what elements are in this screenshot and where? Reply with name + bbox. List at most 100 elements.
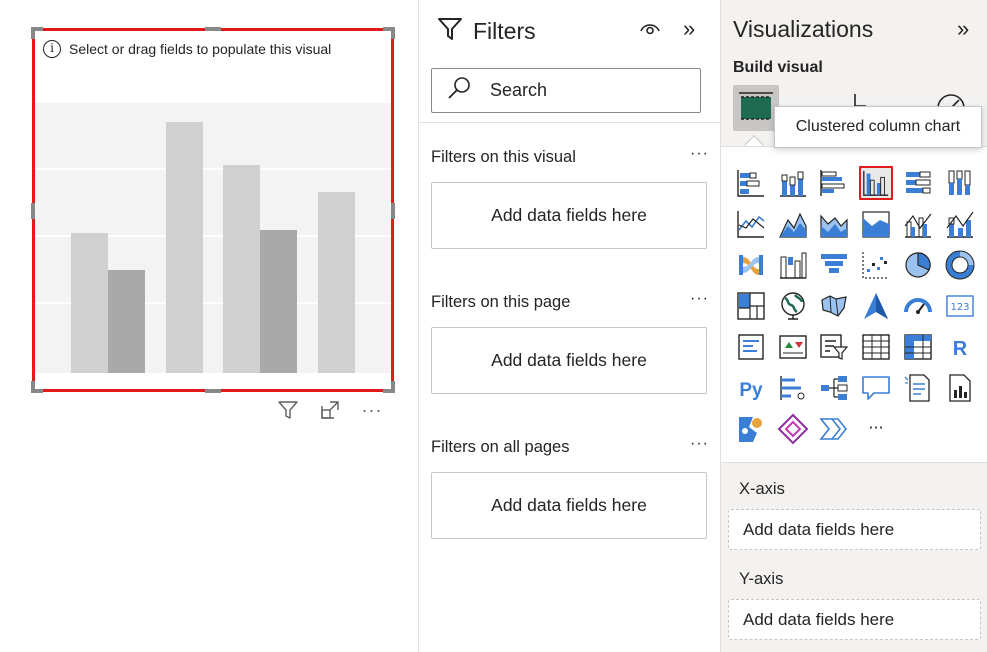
stacked-column-chart-icon[interactable] xyxy=(776,166,810,200)
more-options-icon[interactable]: ··· xyxy=(690,145,709,163)
report-canvas[interactable]: i Select or drag fields to populate this… xyxy=(0,0,418,652)
table-icon[interactable] xyxy=(859,330,893,364)
resize-handle-bottom[interactable] xyxy=(205,389,221,393)
svg-text:···: ··· xyxy=(868,418,883,437)
clustered-column-chart-icon[interactable] xyxy=(859,166,893,200)
x-axis-well[interactable]: Add data fields here xyxy=(728,509,981,550)
y-axis-label: Y-axis xyxy=(739,570,784,588)
visual-info-message: i Select or drag fields to populate this… xyxy=(43,40,331,58)
area-chart-icon[interactable] xyxy=(776,207,810,241)
resize-handle-top-left-v[interactable] xyxy=(31,27,35,39)
y-axis-well[interactable]: Add data fields here xyxy=(728,599,981,640)
filters-title: Filters xyxy=(473,18,536,44)
add-data-fields-well[interactable]: Add data fields here xyxy=(431,327,707,394)
search-icon xyxy=(446,76,472,105)
stacked-area-chart-icon[interactable] xyxy=(817,207,851,241)
clustered-column-visual[interactable]: i Select or drag fields to populate this… xyxy=(31,27,395,393)
visual-header-toolbar: ··· xyxy=(276,398,384,422)
scatter-chart-icon[interactable] xyxy=(859,248,893,282)
more-visuals-icon[interactable]: ··· xyxy=(859,412,893,446)
treemap-icon[interactable] xyxy=(734,289,768,323)
funnel-chart-icon[interactable] xyxy=(817,248,851,282)
python-visual-icon[interactable]: Py xyxy=(734,371,768,405)
resize-handle-bottom-right-v[interactable] xyxy=(391,381,395,393)
filters-header: Filters xyxy=(437,16,536,47)
slicer-icon[interactable] xyxy=(817,330,851,364)
filter-icon[interactable] xyxy=(276,398,300,422)
key-influencers-icon[interactable] xyxy=(776,371,810,405)
kpi-icon[interactable] xyxy=(776,330,810,364)
filters-divider xyxy=(419,122,721,123)
azure-map-icon[interactable] xyxy=(859,289,893,323)
filled-map-icon[interactable] xyxy=(817,289,851,323)
clustered-bar-chart-icon[interactable] xyxy=(817,166,851,200)
placeholder-column-chart xyxy=(35,103,391,373)
decomposition-tree-icon[interactable] xyxy=(817,371,851,405)
power-apps-icon[interactable] xyxy=(776,412,810,446)
card-icon[interactable]: 123 xyxy=(943,289,977,323)
placeholder-gridline xyxy=(35,168,391,170)
svg-text:123: 123 xyxy=(950,302,969,313)
filters-search-input[interactable]: Search xyxy=(431,68,701,113)
100-stacked-column-chart-icon[interactable] xyxy=(943,166,977,200)
resize-handle-bottom-left-v[interactable] xyxy=(31,381,35,393)
add-data-fields-well[interactable]: Add data fields here xyxy=(431,182,707,249)
ribbon-chart-icon[interactable] xyxy=(734,248,768,282)
resize-handle-top[interactable] xyxy=(205,27,221,31)
build-visual-label: Build visual xyxy=(733,59,823,76)
placeholder-bar xyxy=(223,165,260,373)
pie-chart-icon[interactable] xyxy=(901,248,935,282)
x-axis-label: X-axis xyxy=(739,480,785,498)
placeholder-bar xyxy=(318,192,355,373)
placeholder-bar xyxy=(166,122,203,373)
focus-mode-icon[interactable] xyxy=(318,398,342,422)
resize-handle-right[interactable] xyxy=(391,203,395,219)
waterfall-chart-icon[interactable] xyxy=(776,248,810,282)
svg-text:Py: Py xyxy=(739,380,763,401)
line-stacked-column-chart-icon[interactable] xyxy=(943,207,977,241)
power-automate-icon[interactable] xyxy=(817,412,851,446)
map-icon[interactable] xyxy=(776,289,810,323)
section-title: Filters on this visual xyxy=(431,148,576,166)
info-icon: i xyxy=(43,40,61,58)
multi-row-card-icon[interactable] xyxy=(734,330,768,364)
stacked-bar-chart-icon[interactable] xyxy=(734,166,768,200)
placeholder-bar xyxy=(71,233,108,373)
visualizations-title: Visualizations xyxy=(733,16,874,42)
section-title: Filters on all pages xyxy=(431,438,570,456)
funnel-icon xyxy=(437,16,463,47)
r-visual-icon[interactable]: R xyxy=(943,330,977,364)
visual-placeholder-text: Select or drag fields to populate this v… xyxy=(69,41,332,57)
collapse-filters-icon[interactable]: » xyxy=(683,16,695,42)
visual-gallery: 123 R Py ··· xyxy=(721,146,987,463)
filters-pane: Filters » Search Filters on this visual … xyxy=(418,0,721,652)
smart-narrative-icon[interactable] xyxy=(901,371,935,405)
visualizations-pane: Visualizations » Build visual 123 R Py ··· … xyxy=(720,0,987,652)
filters-on-page-section: Filters on this page ··· Add data fields… xyxy=(431,290,709,394)
visual-type-tooltip: Clustered column chart xyxy=(774,106,982,148)
collapse-visualizations-icon[interactable]: » xyxy=(957,16,969,42)
section-title: Filters on this page xyxy=(431,293,571,311)
100-stacked-bar-chart-icon[interactable] xyxy=(901,166,935,200)
eye-icon[interactable] xyxy=(639,18,661,45)
resize-handle-top-right-v[interactable] xyxy=(391,27,395,39)
qa-icon[interactable] xyxy=(859,371,893,405)
search-placeholder: Search xyxy=(490,80,548,100)
svg-text:R: R xyxy=(953,338,968,360)
placeholder-bar xyxy=(260,230,297,373)
more-options-icon[interactable]: ··· xyxy=(690,435,709,453)
more-options-icon[interactable]: ··· xyxy=(690,290,709,308)
gauge-icon[interactable] xyxy=(901,289,935,323)
paginated-report-icon[interactable] xyxy=(943,371,977,405)
placeholder-bar xyxy=(108,270,145,373)
build-visual-tab[interactable] xyxy=(733,85,779,131)
line-clustered-column-chart-icon[interactable] xyxy=(901,207,935,241)
100-stacked-area-chart-icon[interactable] xyxy=(859,207,893,241)
donut-chart-icon[interactable] xyxy=(943,248,977,282)
line-chart-icon[interactable] xyxy=(734,207,768,241)
add-data-fields-well[interactable]: Add data fields here xyxy=(431,472,707,539)
filters-on-all-pages-section: Filters on all pages ··· Add data fields… xyxy=(431,435,709,539)
arcgis-map-icon[interactable] xyxy=(734,412,768,446)
matrix-icon[interactable] xyxy=(901,330,935,364)
more-options-icon[interactable]: ··· xyxy=(360,398,384,422)
